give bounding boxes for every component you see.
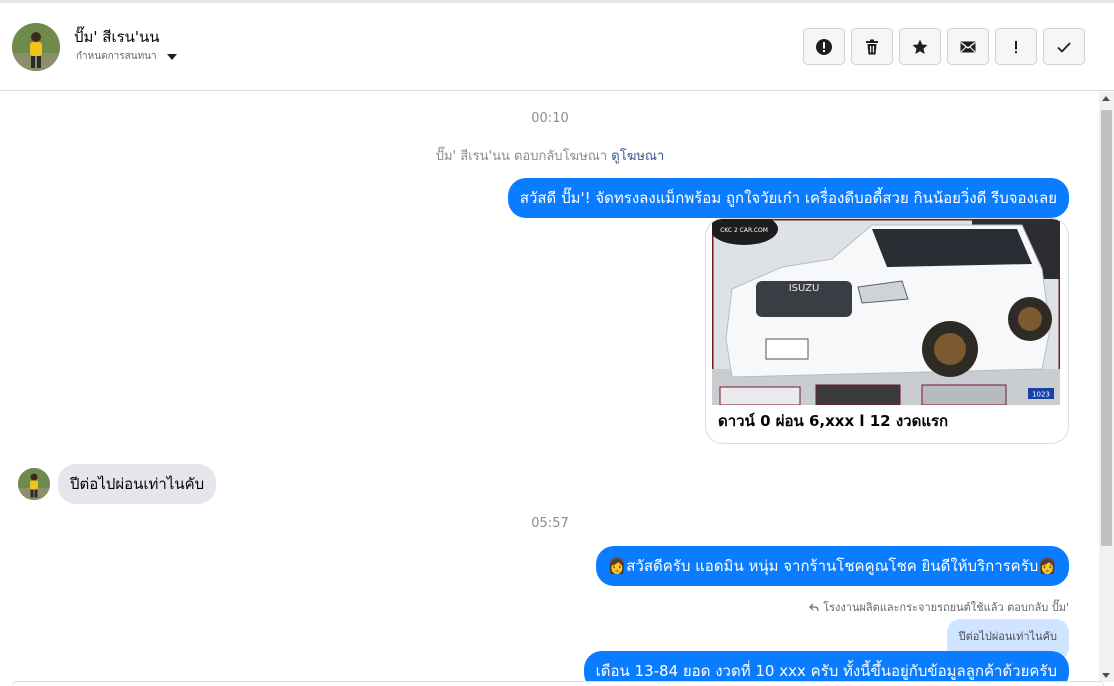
timestamp: 05:57 (531, 516, 569, 531)
outgoing-message[interactable]: เดือน 13-84 ยอด งวดที่ 10 xxx ครับ ทั้งน… (583, 651, 1069, 682)
reply-context-note: โรงงานผลิตและกระจายรถยนต์ใช้แล้ว ตอบกลับ… (809, 598, 1069, 616)
message-thread[interactable]: 00:10 ปั๊ม' สีเรน'นน ตอบกลับโฆษณา ดูโฆษณ… (0, 92, 1099, 682)
scrollbar-thumb[interactable] (1101, 110, 1112, 546)
envelope-icon (960, 41, 976, 52)
ad-card-caption: ดาวน์ 0 ผ่อน 6,xxx l 12 งวดแรก (718, 412, 949, 430)
image-corner-code: 1023 (1032, 391, 1050, 399)
mark-unread-button[interactable] (947, 28, 989, 65)
contact-avatar-small[interactable] (18, 468, 50, 500)
incoming-message[interactable]: ปีต่อไปผ่อนเท่าไนคับ (58, 464, 217, 504)
delete-button[interactable] (851, 28, 893, 65)
outgoing-message[interactable]: 👩สวัสดีครับ แอดมิน หนุ่ม จากร้านโชคคูณโช… (595, 546, 1069, 586)
alert-circle-icon (816, 38, 832, 55)
caret-down-icon (166, 53, 177, 60)
dealer-logo-text: CKC 2 CAR.COM (720, 227, 768, 234)
contact-name[interactable]: ปั๊ม' สีเรน'นน (74, 25, 160, 49)
reply-arrow-icon (809, 603, 819, 611)
ad-card[interactable]: ISUZU CKC 2 CAR.COM 1023 ดาวน์ 0 ผ่อน 6,… (705, 218, 1069, 444)
person-emoji: 👩 (607, 557, 627, 575)
view-ad-link[interactable]: ดูโฆษณา (611, 149, 664, 164)
mark-done-button[interactable] (1043, 28, 1085, 65)
reply-context-text: โรงงานผลิตและกระจายรถยนต์ใช้แล้ว ตอบกลับ… (823, 601, 1069, 614)
car-brand-text: ISUZU (789, 283, 820, 294)
ad-image[interactable]: ISUZU CKC 2 CAR.COM 1023 (710, 219, 1062, 407)
conversation-header: ปั๊ม' สีเรน'นน กำหนดการสนทนา (0, 3, 1114, 91)
thread-scrollbar[interactable] (1099, 92, 1114, 682)
scroll-up-arrow-icon[interactable] (1102, 96, 1110, 101)
ad-reply-notice: ปั๊ม' สีเรน'นน ตอบกลับโฆษณา ดูโฆษณา (0, 145, 1099, 166)
timestamp: 00:10 (531, 111, 569, 126)
report-button[interactable] (803, 28, 845, 65)
message-composer[interactable] (12, 681, 1104, 686)
outgoing-message[interactable]: สวัสดี ปั๊ม'! จัดทรงลงแม็กพร้อม ถูกใจวัย… (507, 178, 1069, 218)
trash-icon (866, 39, 878, 54)
ad-reply-text: ปั๊ม' สีเรน'นน ตอบกลับโฆษณา (435, 149, 608, 164)
conversation-status-dropdown[interactable]: กำหนดการสนทนา (76, 49, 177, 64)
follow-up-button[interactable] (995, 28, 1037, 65)
star-button[interactable] (899, 28, 941, 65)
contact-avatar[interactable] (12, 23, 60, 71)
status-label: กำหนดการสนทนา (76, 51, 157, 62)
check-icon (1057, 41, 1071, 53)
header-actions (803, 28, 1085, 65)
person-emoji: 👩 (1038, 557, 1057, 575)
message-text: สวัสดีครับ แอดมิน หนุ่ม จากร้านโชคคูณโชค… (626, 557, 1039, 575)
star-icon (912, 39, 928, 54)
exclamation-icon (1015, 40, 1017, 53)
scroll-down-arrow-icon[interactable] (1102, 673, 1110, 678)
